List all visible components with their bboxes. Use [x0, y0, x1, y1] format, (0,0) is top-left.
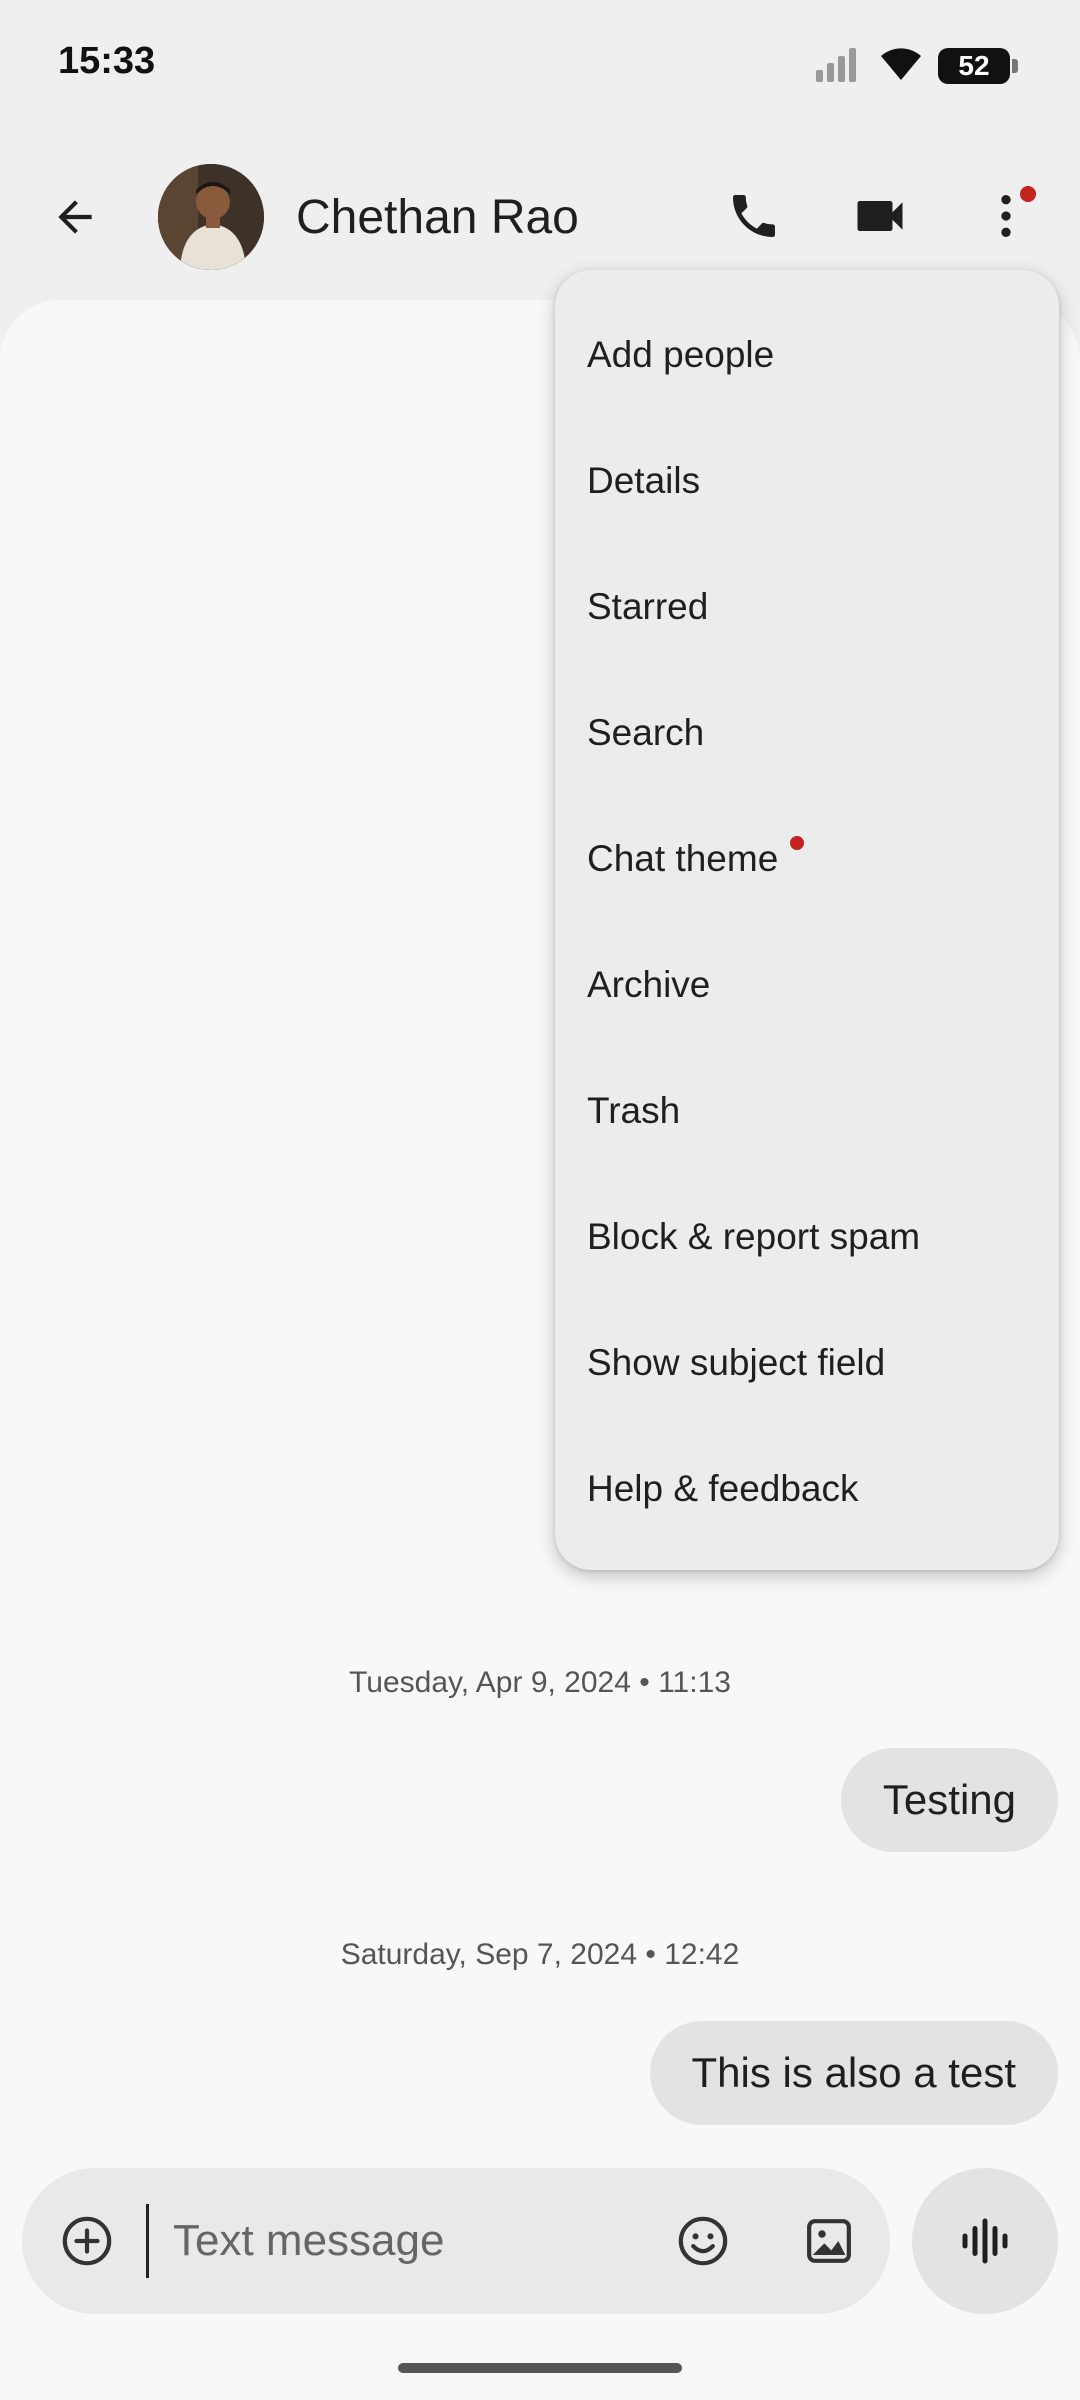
menu-item-help-feedback[interactable]: Help & feedback [555, 1426, 1059, 1552]
add-circle-icon [62, 2216, 112, 2266]
message-bubble[interactable]: Testing [840, 1748, 1058, 1852]
status-icons: 52 [816, 44, 1018, 88]
menu-item-label: Starred [587, 586, 709, 627]
message-bubble[interactable]: This is also a test [649, 2021, 1058, 2125]
more-options-button[interactable] [970, 180, 1042, 252]
menu-item-label: Archive [587, 964, 711, 1005]
menu-item-starred[interactable]: Starred [555, 544, 1059, 670]
conversation-header: Chethan Rao [0, 150, 1080, 280]
menu-item-label: Chat theme [587, 838, 779, 879]
back-button[interactable] [40, 182, 110, 252]
menu-item-trash[interactable]: Trash [555, 1048, 1059, 1174]
home-indicator[interactable] [398, 2363, 682, 2373]
gallery-button[interactable] [794, 2206, 864, 2276]
contact-name[interactable]: Chethan Rao [296, 190, 579, 245]
phone-icon [733, 195, 775, 237]
call-button[interactable] [718, 180, 790, 252]
add-attachment-button[interactable] [52, 2206, 122, 2276]
menu-item-block-report-spam[interactable]: Block & report spam [555, 1174, 1059, 1300]
menu-item-label: Help & feedback [587, 1468, 859, 1509]
menu-item-add-people[interactable]: Add people [555, 292, 1059, 418]
video-camera-icon [857, 201, 903, 231]
battery-level: 52 [958, 50, 990, 81]
signal-icon [816, 46, 864, 87]
notification-dot [1020, 186, 1036, 202]
menu-item-label: Trash [587, 1090, 681, 1131]
new-badge-dot [790, 836, 805, 850]
message-timestamp: Saturday, Sep 7, 2024 • 12:42 [340, 1938, 740, 1971]
menu-item-details[interactable]: Details [555, 418, 1059, 544]
overflow-menu: Add people Details Starred Search Chat t… [555, 270, 1059, 1570]
menu-item-search[interactable]: Search [555, 670, 1059, 796]
avatar[interactable] [158, 164, 264, 270]
voice-message-button[interactable] [912, 2168, 1058, 2314]
image-icon [807, 2219, 851, 2263]
video-call-button[interactable] [844, 180, 916, 252]
menu-item-chat-theme[interactable]: Chat theme [555, 796, 1059, 922]
menu-item-archive[interactable]: Archive [555, 922, 1059, 1048]
menu-item-label: Details [587, 460, 701, 501]
status-time: 15:33 [58, 40, 156, 82]
menu-item-label: Add people [587, 334, 775, 375]
status-bar: 15:33 52 [0, 0, 1080, 130]
menu-item-label: Block & report spam [587, 1216, 921, 1257]
compose-bar [22, 2168, 890, 2314]
menu-item-show-subject-field[interactable]: Show subject field [555, 1300, 1059, 1426]
message-input[interactable] [146, 2204, 626, 2278]
back-arrow-icon [58, 200, 92, 234]
battery-icon: 52 [938, 48, 1018, 84]
voice-waveform-icon [962, 2218, 1008, 2264]
wifi-icon [878, 46, 924, 87]
menu-item-label: Search [587, 712, 705, 753]
menu-item-label: Show subject field [587, 1342, 886, 1383]
message-timestamp: Tuesday, Apr 9, 2024 • 11:13 [349, 1666, 731, 1699]
emoji-icon [678, 2216, 728, 2266]
emoji-button[interactable] [668, 2206, 738, 2276]
